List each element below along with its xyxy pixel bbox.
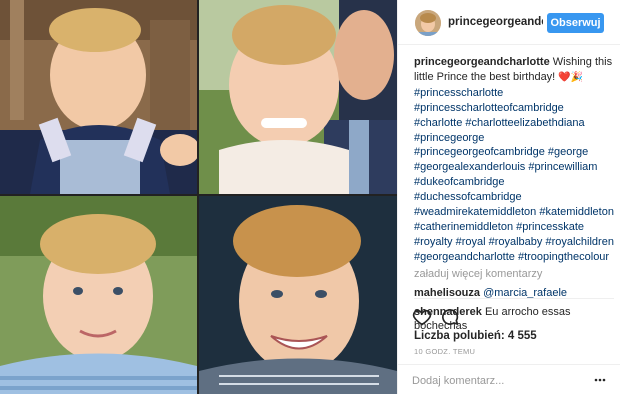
- add-comment-bar: [398, 364, 620, 394]
- photo-prince-with-father: [199, 0, 397, 194]
- post-photo-collage[interactable]: [0, 0, 397, 394]
- post-header: princegeorgeandch Obserwuj: [398, 0, 620, 45]
- instagram-post: princegeorgeandch Obserwuj princegeorgea…: [0, 0, 620, 394]
- post-side-panel: princegeorgeandch Obserwuj princegeorgea…: [397, 0, 620, 394]
- load-more-comments-link[interactable]: załaduj więcej komentarzy: [414, 267, 614, 282]
- avatar[interactable]: [415, 10, 441, 36]
- divider: [414, 298, 614, 299]
- follow-button[interactable]: Obserwuj: [547, 13, 604, 33]
- heart-icon[interactable]: [412, 307, 432, 327]
- likes-count[interactable]: Liczba polubień: 4 555: [414, 330, 537, 342]
- comment-author-link[interactable]: mahelisouza: [414, 287, 480, 299]
- photo-prince-portrait-blond: [0, 196, 197, 394]
- comment-icon[interactable]: [440, 307, 460, 327]
- caption-emoji: ❤️🎉: [558, 71, 584, 83]
- more-options-icon[interactable]: [594, 374, 606, 386]
- post-caption: princegeorgeandcharlotte Wishing this li…: [414, 55, 614, 265]
- header-username-link[interactable]: princegeorgeandch: [448, 16, 543, 28]
- post-timestamp[interactable]: 10 GODZ. TEMU: [414, 347, 475, 356]
- comment-mention[interactable]: @marcia_rafaele: [483, 287, 567, 299]
- photo-baby-on-bench: [0, 0, 197, 194]
- add-comment-input[interactable]: [412, 373, 582, 389]
- caption-author-link[interactable]: princegeorgeandcharlotte: [414, 56, 550, 68]
- comments-list: princegeorgeandcharlotte Wishing this li…: [414, 55, 614, 334]
- photo-prince-smiling: [199, 196, 397, 394]
- caption-hashtags[interactable]: #princesscharlotte #princesscharlotteofc…: [414, 87, 614, 263]
